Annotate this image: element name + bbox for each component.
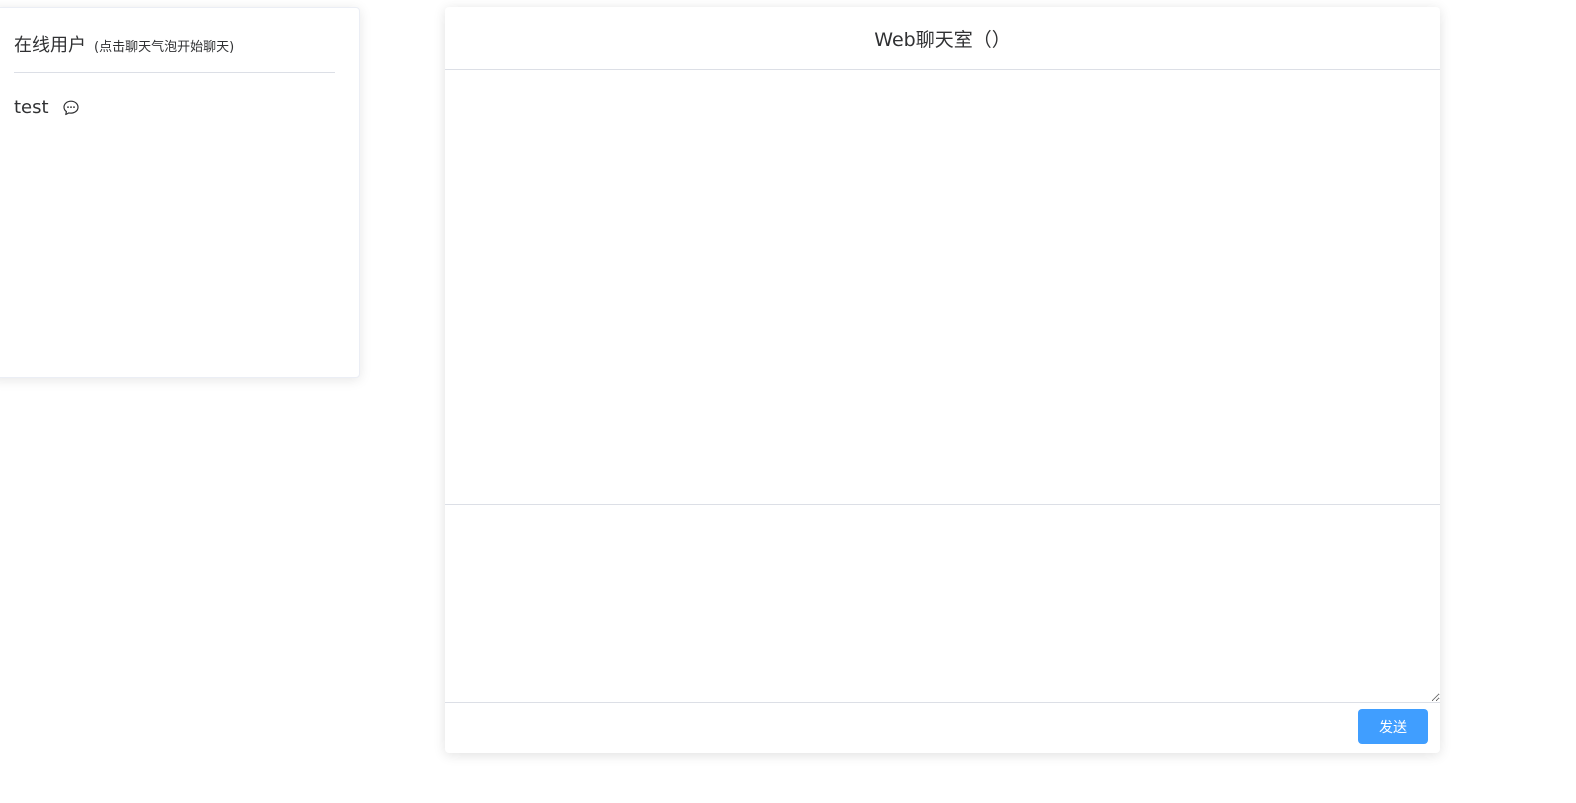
chat-room-header: Web聊天室（） bbox=[445, 7, 1440, 70]
send-button[interactable]: 发送 bbox=[1358, 709, 1428, 744]
message-input[interactable] bbox=[445, 505, 1440, 703]
message-list[interactable] bbox=[445, 70, 1440, 505]
online-users-panel: 在线用户 (点击聊天气泡开始聊天) test bbox=[0, 7, 360, 378]
online-users-hint: (点击聊天气泡开始聊天) bbox=[94, 40, 235, 55]
online-users-title: 在线用户 bbox=[14, 35, 86, 56]
chat-room-title: Web聊天室（） bbox=[874, 28, 1011, 51]
chat-bubble-icon[interactable] bbox=[62, 99, 80, 117]
chat-room-panel: Web聊天室（） 发送 bbox=[445, 7, 1440, 753]
user-item[interactable]: test bbox=[14, 96, 80, 120]
online-users-header: 在线用户 (点击聊天气泡开始聊天) bbox=[14, 34, 335, 73]
user-name: test bbox=[14, 97, 49, 118]
